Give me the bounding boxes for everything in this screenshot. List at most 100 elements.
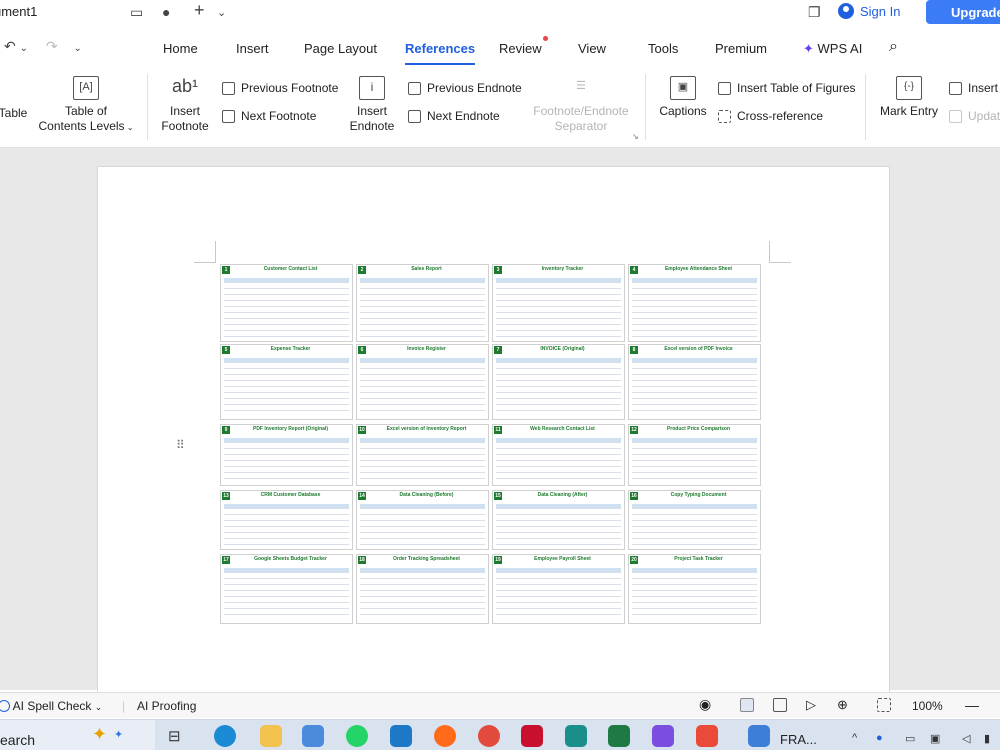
- previous-endnote-label: Previous Endnote: [427, 81, 522, 95]
- menu-home[interactable]: Home: [163, 41, 198, 56]
- dialog-launcher-icon[interactable]: ↘: [632, 132, 639, 141]
- microsoft-store-icon[interactable]: [302, 725, 324, 747]
- upgrade-button[interactable]: Upgrade: [926, 0, 1000, 24]
- update-index-label: Updat: [968, 109, 1000, 123]
- tray-volume-icon[interactable]: ◁: [962, 732, 970, 745]
- references-ribbon: Table [A] Table of Contents Levels ⌄ ab¹…: [0, 66, 1000, 148]
- tray-network-icon[interactable]: ▣: [930, 732, 940, 745]
- cross-reference-button[interactable]: Cross-reference: [718, 109, 823, 123]
- document-area[interactable]: 1 Customer Contact List 2 Sales Report 3 Inve…: [0, 148, 1000, 696]
- previous-footnote-button[interactable]: Previous Footnote: [222, 81, 338, 95]
- undo-group: ↶ ⌄ ↷ ⌄: [4, 38, 82, 55]
- previous-endnote-icon: [408, 81, 421, 95]
- menu-wps-ai[interactable]: ✦ WPS AI: [803, 41, 862, 57]
- wps-office-icon[interactable]: [521, 725, 543, 747]
- insert-table-of-figures-button[interactable]: Insert Table of Figures: [718, 81, 856, 95]
- chevron-down-icon[interactable]: ⌄: [217, 6, 226, 19]
- chrome-icon[interactable]: [478, 725, 500, 747]
- fit-screen-icon[interactable]: [877, 698, 891, 712]
- dot-icon[interactable]: ●: [162, 4, 170, 20]
- spell-check-label: AI Spell Check: [12, 699, 92, 713]
- outlook-icon[interactable]: [390, 725, 412, 747]
- zoom-out-icon[interactable]: —: [965, 697, 979, 713]
- search-icon[interactable]: ⌕: [889, 38, 898, 56]
- eye-icon[interactable]: ◉: [699, 696, 711, 713]
- page-view-icon[interactable]: [740, 698, 754, 712]
- monitor-icon[interactable]: ▭: [130, 4, 143, 21]
- update-index-icon: [949, 109, 962, 123]
- panel-number: 7: [494, 346, 502, 354]
- insert-endnote-button[interactable]: i Insert Endnote: [342, 76, 402, 134]
- menu-view[interactable]: View: [578, 41, 606, 56]
- panel-title: Copy Typing Document: [670, 492, 727, 498]
- update-index-button[interactable]: Updat: [949, 109, 1000, 123]
- panel-table-preview: [224, 568, 349, 620]
- excel-icon[interactable]: [608, 725, 630, 747]
- sheet-panel: 16 Copy Typing Document: [628, 490, 761, 550]
- menu-premium[interactable]: Premium: [715, 41, 767, 56]
- panel-number: 8: [630, 346, 638, 354]
- file-explorer-icon[interactable]: [260, 725, 282, 747]
- menu-review[interactable]: Review: [499, 41, 542, 56]
- next-endnote-button[interactable]: Next Endnote: [408, 109, 500, 123]
- next-footnote-button[interactable]: Next Footnote: [222, 109, 316, 123]
- task-view-icon[interactable]: ⊟: [168, 727, 190, 749]
- chevron-down-icon[interactable]: ⌄: [74, 43, 82, 54]
- sheet-panel: 8 Excel version of PDF Invoice: [628, 344, 761, 420]
- document-page[interactable]: 1 Customer Contact List 2 Sales Report 3 Inve…: [97, 166, 890, 696]
- drag-handle-icon[interactable]: ⠿: [176, 438, 186, 452]
- ribbon-divider: [147, 74, 148, 140]
- firefox-icon[interactable]: [434, 725, 456, 747]
- panel-table-preview: [360, 358, 485, 416]
- app-d-icon[interactable]: [652, 725, 674, 747]
- insert-footnote-button[interactable]: ab¹ Insert Footnote: [155, 76, 215, 134]
- new-tab-plus-icon[interactable]: +: [194, 0, 205, 21]
- whatsapp-icon[interactable]: [346, 725, 368, 747]
- panel-table-preview: [632, 278, 757, 338]
- edge-browser-icon[interactable]: [214, 725, 236, 747]
- web-view-icon[interactable]: ⊕: [837, 697, 848, 713]
- redo-icon[interactable]: ↷: [46, 38, 58, 54]
- undo-icon[interactable]: ↶: [4, 38, 16, 54]
- footnote-endnote-separator-button[interactable]: ☰ Footnote/Endnote Separator: [528, 76, 634, 134]
- ai-proofing-button[interactable]: AI Proofing: [137, 699, 196, 713]
- menu-tools[interactable]: Tools: [648, 41, 678, 56]
- captions-icon: ▣: [670, 76, 696, 100]
- panel-number: 1: [222, 266, 230, 274]
- undo-dropdown-icon[interactable]: ⌄: [20, 43, 28, 54]
- panel-title: Project Task Tracker: [674, 556, 723, 562]
- table-of-contents-levels-button[interactable]: [A] Table of Contents Levels ⌄: [36, 76, 136, 135]
- search-sparkle-icon: ✦: [92, 724, 108, 744]
- menu-references[interactable]: References: [405, 41, 476, 65]
- sheet-panel: 19 Employee Payroll Sheet: [492, 554, 625, 624]
- app-icon[interactable]: [565, 725, 587, 747]
- inserted-image-spreadsheet-samples[interactable]: 1 Customer Contact List 2 Sales Report 3 Inve…: [220, 264, 764, 626]
- window-restore-icon[interactable]: ❐: [808, 4, 821, 21]
- panel-number: 13: [222, 492, 230, 500]
- menu-insert[interactable]: Insert: [236, 41, 269, 56]
- sheet-panel: 5 Expense Tracker: [220, 344, 353, 420]
- previous-endnote-button[interactable]: Previous Endnote: [408, 81, 522, 95]
- spell-check-button[interactable]: AI Spell Check ⌄: [0, 699, 102, 713]
- outline-view-icon[interactable]: [773, 698, 787, 712]
- zoom-level[interactable]: 100%: [912, 699, 943, 713]
- tray-battery-icon[interactable]: ▮: [984, 732, 990, 745]
- chevron-down-icon: ⌄: [94, 702, 103, 712]
- taskbar-search-label[interactable]: earch: [0, 732, 35, 748]
- tray-arrow-icon[interactable]: ^: [852, 732, 857, 744]
- menu-page-layout[interactable]: Page Layout: [304, 41, 377, 56]
- captions-button[interactable]: ▣ Captions: [656, 76, 710, 119]
- user-avatar-icon: [838, 3, 854, 19]
- app-red-icon[interactable]: [696, 725, 718, 747]
- table-button[interactable]: Table: [0, 78, 28, 121]
- active-app-label[interactable]: FRA...: [780, 732, 817, 747]
- tray-shield-icon[interactable]: ●: [876, 732, 883, 744]
- insert-index-button[interactable]: Insert: [949, 81, 998, 95]
- tray-screen-icon[interactable]: ▭: [905, 732, 915, 745]
- panel-table-preview: [496, 504, 621, 546]
- panel-number: 11: [494, 426, 502, 434]
- sign-in-button[interactable]: Sign In: [838, 3, 900, 19]
- mark-entry-button[interactable]: {-} Mark Entry: [877, 76, 941, 119]
- play-icon[interactable]: ▷: [806, 697, 816, 713]
- active-app-icon[interactable]: [748, 725, 770, 747]
